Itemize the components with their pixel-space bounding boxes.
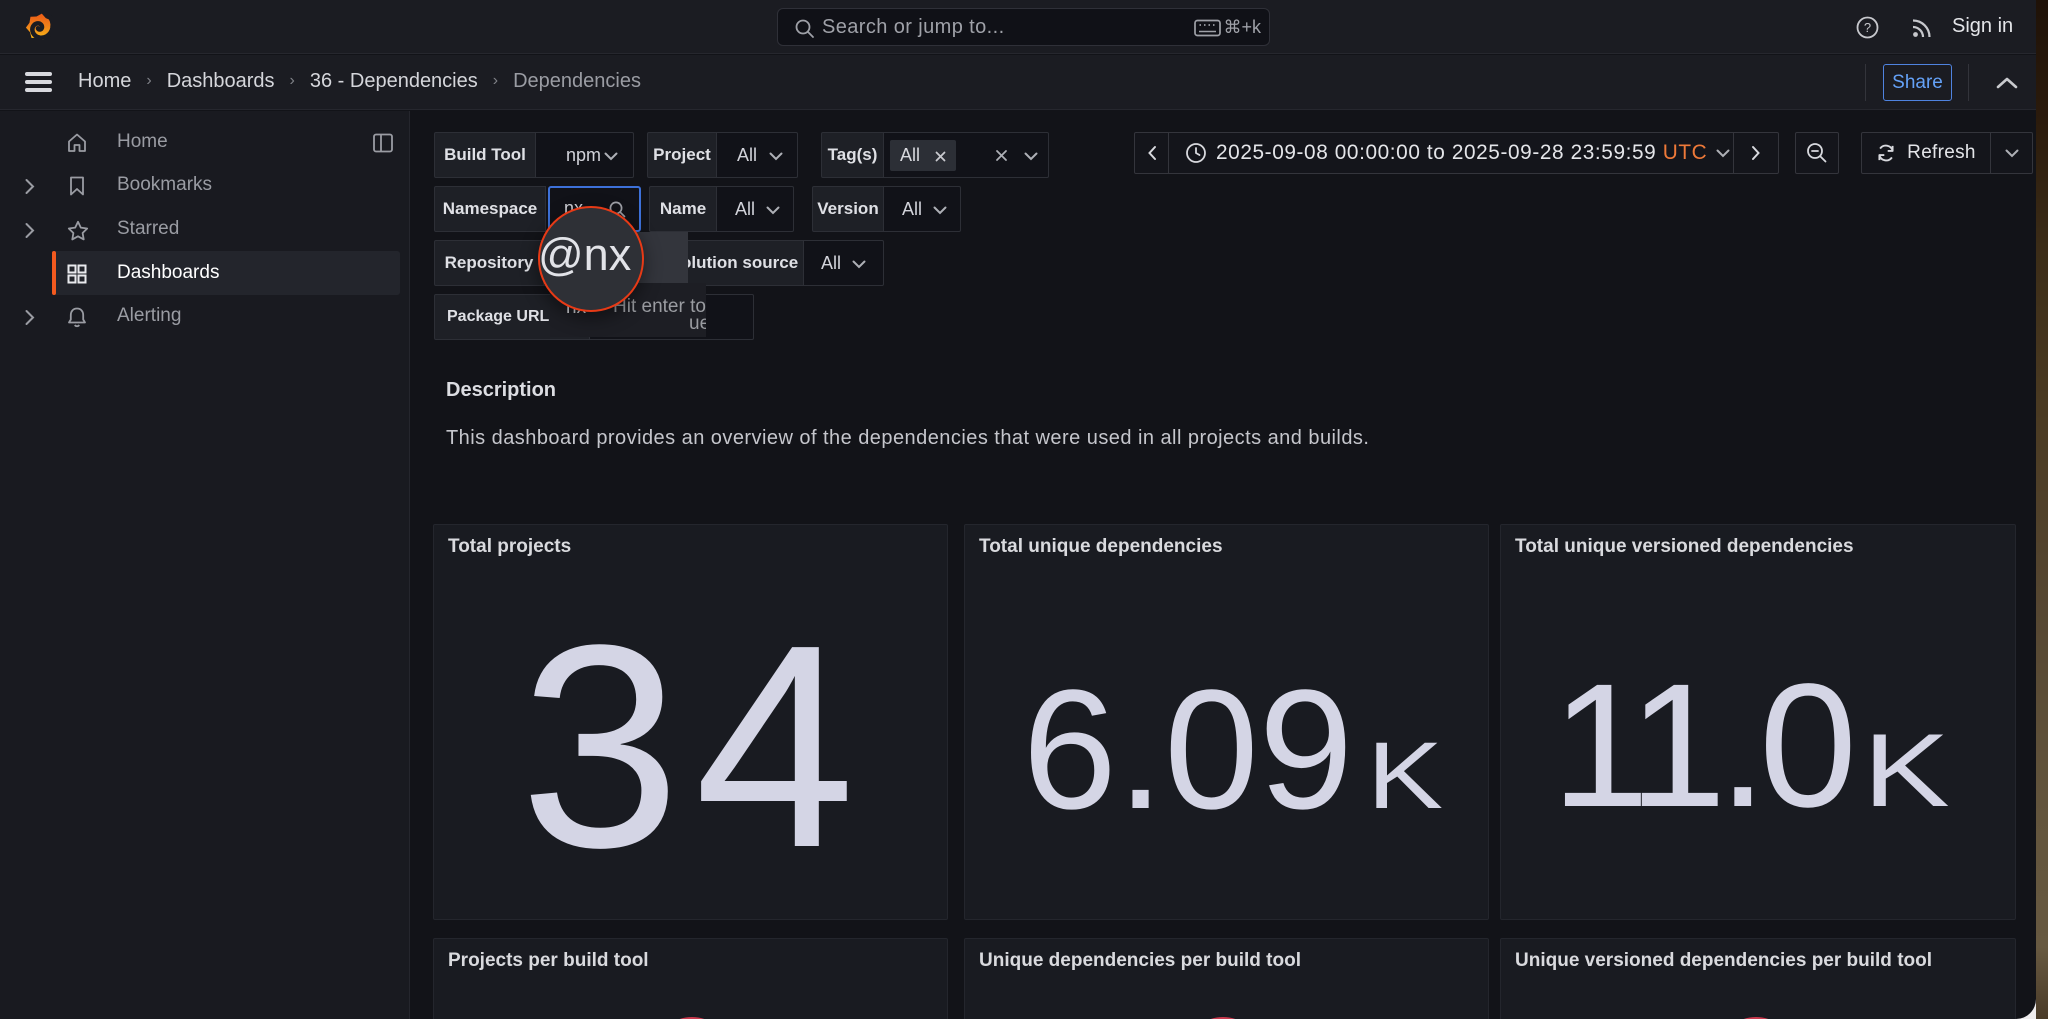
svg-text:?: ? bbox=[1864, 20, 1871, 35]
